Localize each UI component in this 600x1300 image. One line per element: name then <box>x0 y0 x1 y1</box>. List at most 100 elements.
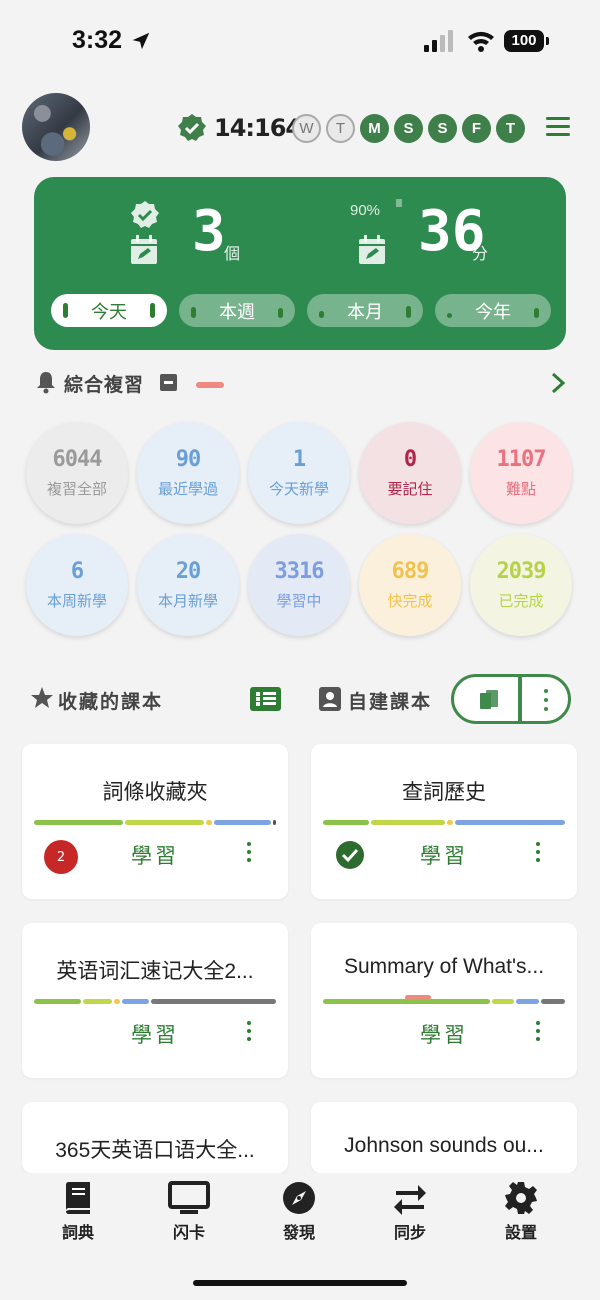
stat-circle[interactable]: 20 本月新學 <box>137 534 239 636</box>
stat-circle[interactable]: 2039 已完成 <box>470 534 572 636</box>
battery-indicator: 100 <box>504 30 549 52</box>
stat-circle[interactable]: 689 快完成 <box>359 534 461 636</box>
review-section-header[interactable]: 綜合複習 <box>34 368 574 398</box>
list-view-icon[interactable] <box>250 687 281 711</box>
more-vertical-icon[interactable] <box>535 1021 541 1043</box>
weekday-circle: S <box>394 114 423 143</box>
stat-label: 要記住 <box>387 480 433 498</box>
reviewed-count: 3 <box>192 199 226 264</box>
nav-label: 設置 <box>504 1223 537 1242</box>
chevron-right-icon[interactable] <box>550 372 566 394</box>
stat-circle[interactable]: 6044 複習全部 <box>26 422 128 524</box>
more-vertical-icon[interactable] <box>542 689 550 711</box>
lesson-title: 查詞歷史 <box>402 781 486 804</box>
tab-today[interactable]: 今天 <box>51 294 167 327</box>
nav-flashcards[interactable]: 闪卡 <box>139 1181 239 1243</box>
more-vertical-icon[interactable] <box>246 842 252 864</box>
home-indicator <box>193 1280 407 1286</box>
tab-label: 今年 <box>475 301 511 323</box>
nav-label: 詞典 <box>61 1223 94 1242</box>
sync-arrows-icon <box>394 1185 426 1215</box>
lesson-card[interactable]: 365天英语口语大全... <box>22 1102 288 1173</box>
stat-label: 學習中 <box>276 592 322 610</box>
stat-count: 689 <box>391 559 430 584</box>
lesson-card[interactable]: 英语词汇速记大全2... 學習 <box>22 923 288 1078</box>
stat-circle[interactable]: 3316 學習中 <box>248 534 350 636</box>
stat-circle[interactable]: 0 要記住 <box>359 422 461 524</box>
weekday-circle: W <box>292 114 321 143</box>
progress-segment <box>273 820 276 825</box>
progress-segment <box>121 999 150 1004</box>
book-icon <box>66 1182 90 1214</box>
stat-circle[interactable]: 1 今天新學 <box>248 422 350 524</box>
lesson-card[interactable]: 查詞歷史 學習 <box>311 744 577 899</box>
check-circle-icon <box>336 841 364 869</box>
avatar[interactable] <box>22 93 90 161</box>
lesson-title: Johnson sounds ou... <box>344 1134 544 1157</box>
tab-week[interactable]: 本週 <box>179 294 295 327</box>
stat-circle[interactable]: 6 本周新學 <box>26 534 128 636</box>
cellular-signal-icon <box>424 30 453 52</box>
stat-count: 6044 <box>52 447 103 472</box>
nav-sync[interactable]: 同步 <box>360 1181 460 1243</box>
stat-label: 快完成 <box>387 592 433 610</box>
calendar-edit-icon <box>131 235 157 264</box>
stat-circle[interactable]: 90 最近學過 <box>137 422 239 524</box>
progress-segment <box>455 820 565 825</box>
tab-label: 本月 <box>347 301 383 323</box>
progress-segment <box>124 820 204 825</box>
lesson-card[interactable]: Summary of What's... 學習 <box>311 923 577 1078</box>
nav-dictionary[interactable]: 詞典 <box>28 1181 128 1243</box>
stat-circle[interactable]: 1107 難點 <box>470 422 572 524</box>
progress-segment <box>205 820 212 825</box>
lesson-card[interactable]: 詞條收藏夾 學習 2 <box>22 744 288 899</box>
lesson-title: Summary of What's... <box>343 955 545 978</box>
progress-segment <box>515 999 540 1004</box>
progress-segment <box>34 820 123 825</box>
daily-stats-card: 3 個 90% 36 分 今天 本週 本月 今年 <box>34 177 566 350</box>
gear-icon <box>505 1182 537 1214</box>
count-unit: 個 <box>224 244 241 263</box>
nav-label: 發現 <box>282 1223 315 1242</box>
copy-icon[interactable] <box>478 689 500 711</box>
more-vertical-icon[interactable] <box>535 842 541 864</box>
stat-label: 今天新學 <box>268 480 329 498</box>
bookmark-icon <box>396 199 402 207</box>
monitor-icon <box>168 1181 210 1214</box>
due-count-badge: 2 <box>44 840 78 874</box>
tab-year[interactable]: 今年 <box>435 294 551 327</box>
review-title: 綜合複習 <box>64 374 145 396</box>
stat-count: 6 <box>70 559 84 584</box>
more-vertical-icon[interactable] <box>246 1021 252 1043</box>
period-tabs: 今天 本週 本月 今年 <box>51 294 551 327</box>
check-badge-icon <box>131 201 159 228</box>
nav-label: 同步 <box>393 1223 426 1242</box>
menu-icon[interactable] <box>546 117 570 139</box>
tab-month[interactable]: 本月 <box>307 294 423 327</box>
stat-count: 3316 <box>274 559 325 584</box>
nav-label: 闪卡 <box>172 1223 205 1242</box>
nav-settings[interactable]: 設置 <box>471 1181 571 1243</box>
bell-icon <box>37 372 55 394</box>
stat-count: 1 <box>292 447 306 472</box>
progress-segment <box>447 820 453 825</box>
progress-segment <box>541 999 565 1004</box>
lesson-card[interactable]: Johnson sounds ou... <box>311 1102 577 1173</box>
nav-discover[interactable]: 發現 <box>249 1181 349 1243</box>
favorites-title: 收藏的課本 <box>58 691 164 713</box>
lesson-title: 365天英语口语大全... <box>55 1139 255 1162</box>
lesson-title: 英语词汇速记大全2... <box>56 960 254 983</box>
collapse-icon[interactable] <box>160 374 177 391</box>
weekday-circle: S <box>428 114 457 143</box>
stat-count: 1107 <box>496 447 547 472</box>
stat-count: 20 <box>175 559 201 584</box>
tab-label: 今天 <box>91 301 127 323</box>
progress-segment <box>323 820 369 825</box>
contact-book-icon <box>319 687 341 711</box>
stat-label: 最近學過 <box>157 480 218 498</box>
tab-label: 本週 <box>219 301 255 323</box>
redacted-mark <box>405 995 431 1000</box>
lesson-progress-bar <box>34 820 276 825</box>
location-arrow-icon <box>132 32 150 50</box>
score-counter: 14:164 <box>214 114 302 142</box>
